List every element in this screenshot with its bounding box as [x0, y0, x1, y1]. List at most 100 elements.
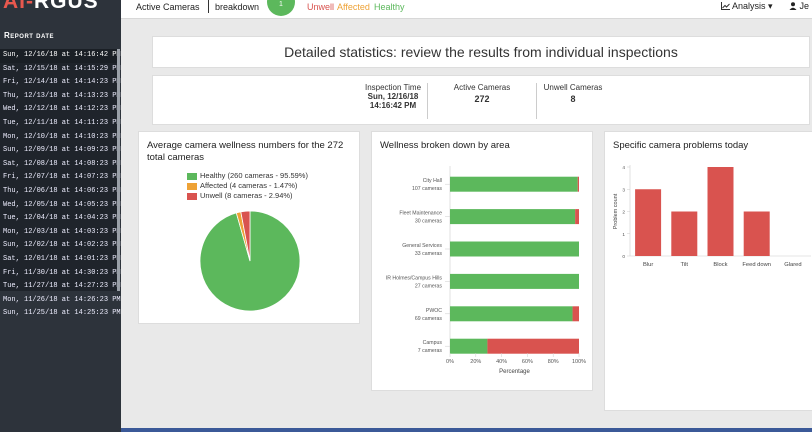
area-bar-healthy: [450, 306, 573, 322]
area-bar-healthy: [450, 176, 578, 192]
report-date-item[interactable]: Sat, 12/01/18 at 14:01:23 PM: [0, 253, 121, 267]
stat-active-label: Active Cameras: [453, 83, 511, 92]
report-date-item[interactable]: Sun, 12/02/18 at 14:02:23 PM: [0, 239, 121, 253]
page-title: Detailed statistics: review the results …: [284, 44, 678, 60]
stat-active-cameras: Active Cameras 272: [438, 83, 526, 104]
panel-camera-wellness: Average camera wellness numbers for the …: [138, 131, 360, 324]
x-category-label: Feed down: [742, 262, 771, 268]
area-bar-unwell: [575, 209, 579, 225]
y-tick-label: 3: [622, 187, 625, 193]
user-menu[interactable]: Je: [789, 1, 809, 11]
problems-bar-chart: 0 1 2 3 4 Problem count Blur Tilt Block Feed down…: [613, 165, 811, 268]
report-date-item[interactable]: Tue, 12/04/18 at 14:04:23 PM: [0, 212, 121, 226]
area-bar-unwell: [487, 338, 579, 354]
area-category-count: 30 cameras: [415, 219, 443, 225]
report-date-item[interactable]: Thu, 12/06/18 at 14:06:23 PM: [0, 185, 121, 199]
stat-inspection-label: Inspection Time: [364, 83, 422, 92]
area-bar-chart: City Hall 107 cameras Fleet Maintenance 30 …: [386, 166, 586, 375]
x-category-label: Block: [713, 262, 727, 268]
top-navbar: Active Cameras breakdown 1 Unwell Affect…: [121, 0, 812, 19]
stat-inspection-date: Sun, 12/16/18: [367, 92, 419, 101]
area-category-label: City Hall: [423, 178, 442, 184]
chart-icon: [721, 2, 730, 10]
x-category-label: Blur: [643, 262, 653, 268]
x-tick-label: 0%: [446, 359, 454, 365]
y-tick-label: 1: [622, 232, 625, 238]
report-date-item[interactable]: Fri, 11/30/18 at 14:30:23 PM: [0, 267, 121, 281]
sidebar-header: Report date: [4, 31, 55, 40]
report-date-item[interactable]: Sun, 12/16/18 at 14:16:42 PM: [0, 49, 121, 63]
report-date-item[interactable]: Mon, 11/26/18 at 14:26:23 PM: [0, 294, 121, 308]
y-tick-label: 4: [622, 165, 625, 171]
area-category-label: Fleet Maintenance: [399, 211, 442, 217]
area-bar-healthy: [450, 338, 488, 354]
panel-wellness-by-area: Wellness broken down by area City Hall 10…: [371, 131, 593, 391]
area-category-count: 27 cameras: [415, 283, 443, 289]
y-axis-label: Problem count: [613, 193, 619, 229]
x-tick-label: 80%: [548, 359, 559, 365]
user-icon: [789, 2, 797, 10]
report-date-item[interactable]: Sun, 11/25/18 at 14:25:23 PM: [0, 307, 121, 321]
report-date-item[interactable]: Tue, 11/27/18 at 14:27:23 PM: [0, 280, 121, 294]
area-category-label: PWOC: [426, 308, 442, 314]
panel-camera-problems: Specific camera problems today 0 1 2 3 4 Prob…: [604, 131, 812, 411]
page-header: Detailed statistics: review the results …: [152, 36, 810, 68]
area-bar-healthy: [450, 273, 579, 289]
pie-chart: [199, 210, 301, 312]
area-category-count: 33 cameras: [415, 251, 443, 257]
area-category-label: General Services: [402, 243, 442, 249]
problem-bar: [635, 189, 662, 256]
x-tick-label: 100%: [572, 359, 586, 365]
stat-inspection-time: Inspection Time Sun, 12/16/18 14:16:42 P…: [353, 83, 433, 110]
report-date-item[interactable]: Tue, 12/11/18 at 14:11:23 PM: [0, 117, 121, 131]
status-circle-value: 1: [279, 1, 283, 8]
report-date-item[interactable]: Mon, 12/10/18 at 14:10:23 PM: [0, 131, 121, 145]
area-category-count: 107 cameras: [412, 186, 442, 192]
report-date-item[interactable]: Sun, 12/09/18 at 14:09:23 PM: [0, 144, 121, 158]
analysis-label: Analysis: [732, 1, 766, 11]
stat-unwell-cameras: Unwell Cameras 8: [528, 83, 618, 104]
status-circle: 1: [267, 0, 295, 16]
stat-unwell-value: 8: [570, 94, 576, 104]
y-tick-label: 0: [622, 254, 625, 260]
area-bar-healthy: [450, 209, 576, 225]
report-date-item[interactable]: Fri, 12/14/18 at 14:14:23 PM: [0, 76, 121, 90]
problem-bar: [707, 167, 734, 256]
stat-unwell-label: Unwell Cameras: [543, 83, 603, 92]
area-category-label: IR Holmes/Campus Hills: [386, 275, 443, 281]
y-tick-label: 2: [622, 210, 625, 216]
x-category-label: Tilt: [681, 262, 689, 268]
nav-active-cameras[interactable]: Active Cameras: [136, 2, 200, 12]
area-bar-unwell: [577, 176, 579, 192]
nav-breakdown[interactable]: breakdown: [215, 2, 259, 12]
area-category-count: 7 cameras: [418, 348, 443, 354]
report-date-item[interactable]: Mon, 12/03/18 at 14:03:23 PM: [0, 226, 121, 240]
nav-separator: [208, 0, 209, 13]
report-date-item[interactable]: Fri, 12/07/18 at 14:07:23 PM: [0, 171, 121, 185]
report-date-item[interactable]: Sat, 12/15/18 at 14:15:29 PM: [0, 63, 121, 77]
filter-unwell[interactable]: Unwell: [307, 2, 334, 12]
app-logo: AI-RGUS: [3, 0, 99, 13]
user-name: Je: [799, 1, 810, 11]
problem-bar: [671, 211, 698, 256]
area-bar-healthy: [450, 241, 579, 257]
sidebar: AI-RGUS Report date Sun, 12/16/18 at 14:…: [0, 0, 121, 432]
filter-affected[interactable]: Affected: [337, 2, 370, 12]
sidebar-scrollbar[interactable]: [117, 49, 120, 291]
stat-divider: [427, 83, 428, 119]
analysis-menu[interactable]: Analysis ▾: [721, 1, 773, 12]
chevron-down-icon: ▾: [768, 1, 773, 11]
report-date-item[interactable]: Wed, 12/12/18 at 14:12:23 PM: [0, 103, 121, 117]
report-date-item[interactable]: Sat, 12/08/18 at 14:08:23 PM: [0, 158, 121, 172]
x-tick-label: 60%: [522, 359, 533, 365]
report-date-item[interactable]: Thu, 12/13/18 at 14:13:23 PM: [0, 90, 121, 104]
x-tick-label: 40%: [496, 359, 507, 365]
area-bar-unwell: [572, 306, 579, 322]
problem-bar: [743, 211, 770, 256]
report-date-item[interactable]: Wed, 12/05/18 at 14:05:23 PM: [0, 199, 121, 213]
x-axis-label: Percentage: [499, 369, 530, 375]
area-category-label: Campus: [423, 340, 443, 346]
filter-healthy[interactable]: Healthy: [374, 2, 405, 12]
bottom-strip: [121, 428, 812, 432]
stats-summary: Inspection Time Sun, 12/16/18 14:16:42 P…: [152, 75, 810, 125]
